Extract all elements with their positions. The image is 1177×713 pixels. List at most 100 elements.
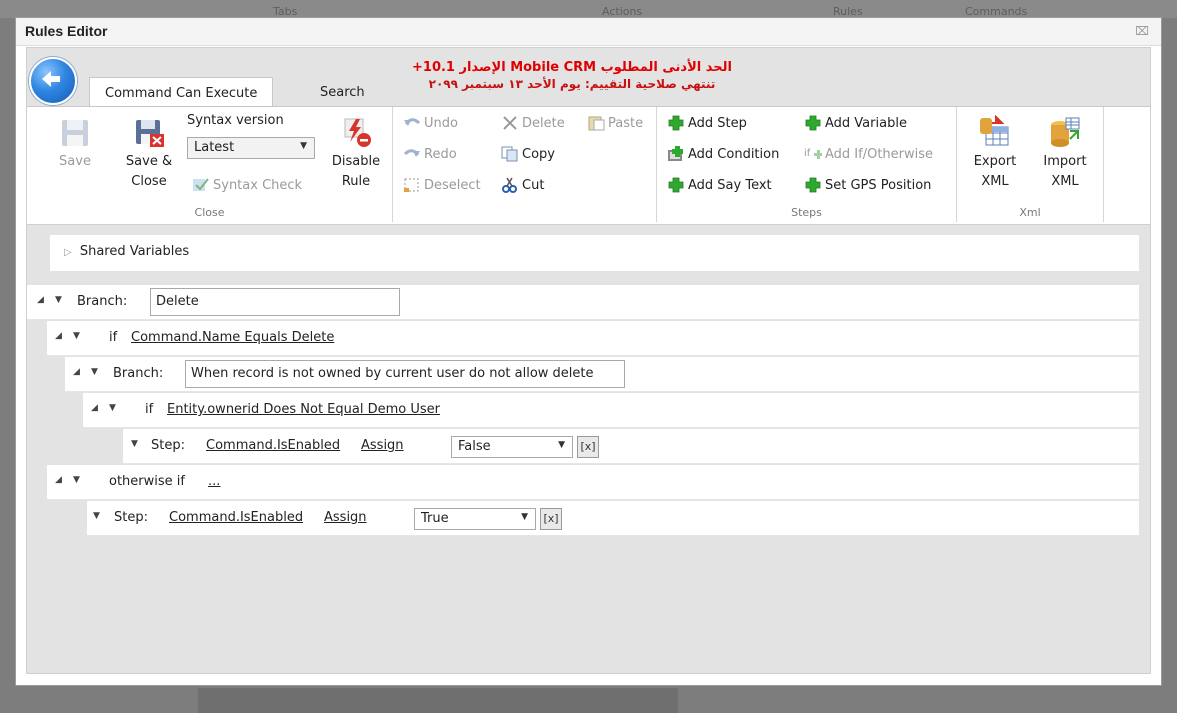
notice-expiration: تنتهي صلاحية التقييم: يوم الأحد ١٣ سبتمب… — [428, 77, 716, 91]
close-icon[interactable]: ⌧ — [1135, 24, 1149, 38]
syntax-version-select[interactable]: Latest ▼ — [187, 137, 315, 159]
export-label-1: Export — [973, 154, 1017, 169]
background-app-header: Tabs Actions Rules Commands — [0, 0, 1177, 18]
export-label-2: XML — [981, 174, 1009, 189]
assign-value: True — [421, 511, 449, 526]
row-menu-icon[interactable]: ▼ — [73, 331, 80, 341]
green-plus-icon — [668, 177, 684, 193]
set-gps-position-button[interactable]: Set GPS Position — [804, 177, 931, 193]
row-menu-icon[interactable]: ▼ — [93, 511, 100, 521]
deselect-icon — [404, 178, 419, 192]
syntax-version-value: Latest — [194, 140, 235, 155]
paste-icon — [588, 116, 605, 131]
undo-label: Undo — [424, 115, 458, 131]
collapse-triangle-icon[interactable]: ◢ — [55, 475, 62, 485]
close-group-label: Close — [194, 206, 225, 219]
row-menu-icon[interactable]: ▼ — [73, 475, 80, 485]
cut-label: Cut — [522, 177, 545, 193]
paste-button[interactable]: Paste — [587, 115, 643, 131]
row-menu-icon[interactable]: ▼ — [131, 439, 138, 449]
add-variable-button[interactable]: Add Variable — [804, 115, 907, 131]
save-close-label-1: Save & — [125, 154, 173, 169]
expand-triangle-icon[interactable]: ▷ — [64, 247, 72, 258]
xml-group-label: Xml — [1019, 206, 1041, 219]
floppy-disk-icon — [62, 120, 88, 146]
save-close-icon — [136, 120, 164, 147]
assign-link[interactable]: Assign — [361, 438, 404, 453]
delete-label: Delete — [522, 115, 565, 131]
add-step-button[interactable]: Add Step — [667, 115, 747, 131]
save-label: Save — [59, 154, 91, 169]
chevron-down-icon: ▼ — [300, 141, 307, 151]
export-xml-icon — [980, 115, 1009, 146]
copy-label: Copy — [522, 146, 555, 162]
rule-row-branch-delete: ◢ ▼ Branch: Delete — [27, 285, 1139, 320]
assign-link[interactable]: Assign — [324, 510, 367, 525]
collapse-triangle-icon[interactable]: ◢ — [73, 367, 80, 377]
branch-name-input[interactable]: When record is not owned by current user… — [185, 360, 625, 388]
row-menu-icon[interactable]: ▼ — [109, 403, 116, 413]
ribbon-toolbar: Save Save & Close Syntax version Latest — [27, 106, 1150, 225]
clear-value-button[interactable]: [x] — [577, 436, 599, 458]
assign-value-select[interactable]: False ▼ — [451, 436, 573, 458]
step-target-link[interactable]: Command.IsEnabled — [206, 438, 340, 453]
branch-name-input[interactable]: Delete — [150, 288, 400, 316]
deselect-label: Deselect — [424, 177, 481, 193]
copy-button[interactable]: Copy — [501, 146, 555, 162]
row-menu-icon[interactable]: ▼ — [55, 295, 62, 305]
chevron-down-icon: ▼ — [521, 512, 528, 522]
evaluation-notice: الحد الأدنى المطلوب Mobile CRM الإصدار 1… — [407, 59, 737, 93]
steps-group-label: Steps — [791, 206, 822, 219]
green-plus-icon — [668, 115, 684, 131]
assign-value: False — [458, 439, 491, 454]
redo-button[interactable]: Redo — [403, 146, 457, 162]
collapse-triangle-icon[interactable]: ◢ — [91, 403, 98, 413]
clear-value-button[interactable]: [x] — [540, 508, 562, 530]
otherwise-if-keyword: otherwise if — [109, 474, 185, 489]
syntax-check-button[interactable]: Syntax Check — [192, 177, 302, 193]
add-say-text-button[interactable]: Add Say Text — [667, 177, 772, 193]
condition-link[interactable]: Entity.ownerid Does Not Equal Demo User — [167, 402, 440, 417]
back-button[interactable] — [29, 57, 77, 105]
disable-rule-label-1: Disable — [331, 154, 381, 169]
disable-rule-icon — [344, 118, 371, 147]
redo-icon — [403, 149, 420, 157]
disable-rule-button[interactable]: Disable Rule — [329, 115, 383, 192]
add-if-otherwise-label: Add If/Otherwise — [825, 146, 934, 162]
collapse-triangle-icon[interactable]: ◢ — [55, 331, 62, 341]
cut-button[interactable]: Cut — [501, 177, 544, 193]
add-if-icon: if — [804, 148, 822, 159]
if-keyword: if — [109, 330, 118, 345]
syntax-version-label: Syntax version — [187, 113, 284, 128]
rule-row-if-command-name: ◢ ▼ if Command.Name Equals Delete — [47, 321, 1139, 356]
dialog-title: Rules Editor — [25, 23, 108, 39]
paste-label: Paste — [608, 115, 644, 131]
add-if-otherwise-button[interactable]: if Add If/Otherwise — [804, 146, 933, 162]
branch-label: Branch: — [113, 366, 164, 381]
export-xml-button[interactable]: Export XML — [965, 115, 1025, 192]
rules-editor-dialog: Rules Editor ⌧ Command Can Execute Searc… — [15, 17, 1162, 686]
add-variable-label: Add Variable — [825, 115, 907, 131]
delete-button[interactable]: Delete — [501, 115, 565, 131]
condition-link[interactable]: Command.Name Equals Delete — [131, 330, 334, 345]
otherwise-condition-link[interactable]: ... — [208, 474, 220, 489]
deselect-button[interactable]: Deselect — [403, 177, 481, 193]
ribbon-group-close: Save Save & Close Syntax version Latest — [27, 107, 393, 222]
svg-text:if: if — [804, 148, 811, 159]
add-condition-icon — [668, 146, 683, 161]
row-menu-icon[interactable]: ▼ — [91, 367, 98, 377]
add-condition-button[interactable]: Add Condition — [667, 146, 779, 162]
collapse-triangle-icon[interactable]: ◢ — [37, 295, 44, 305]
undo-button[interactable]: Undo — [403, 115, 458, 131]
save-and-close-button[interactable]: Save & Close — [119, 117, 179, 192]
assign-value-select[interactable]: True ▼ — [414, 508, 536, 530]
save-button[interactable]: Save — [49, 117, 101, 172]
tab-command-can-execute[interactable]: Command Can Execute — [89, 77, 274, 108]
step-target-link[interactable]: Command.IsEnabled — [169, 510, 303, 525]
ribbon-group-xml: Export XML Import XML Xml — [957, 107, 1104, 222]
import-xml-button[interactable]: Import XML — [1035, 115, 1095, 192]
shared-variables-section[interactable]: ▷ Shared Variables — [50, 235, 1139, 271]
step-label: Step: — [114, 510, 148, 525]
import-xml-icon — [1051, 117, 1080, 147]
tab-search[interactable]: Search — [305, 77, 380, 107]
